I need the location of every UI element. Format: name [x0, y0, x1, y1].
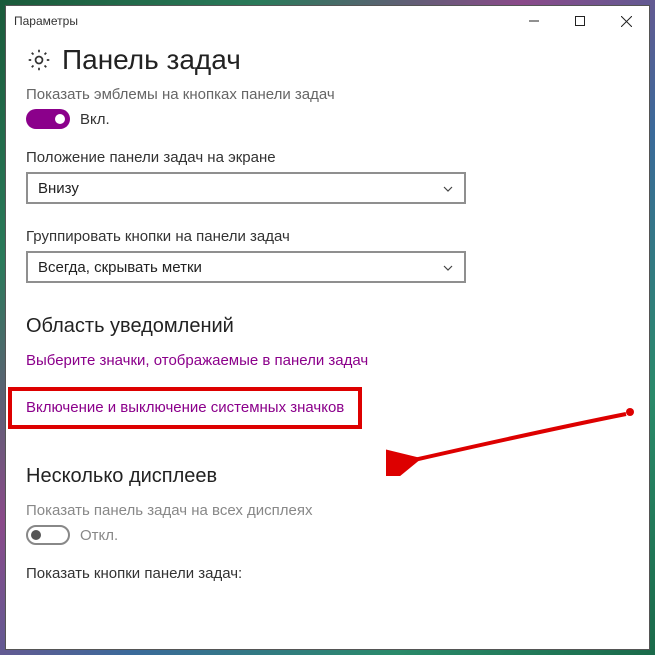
- page-heading: Панель задач: [26, 44, 629, 76]
- settings-window: Параметры Панель задач Показать эмблемы …: [5, 5, 650, 650]
- group-select-value: Всегда, скрывать метки: [38, 259, 442, 276]
- show-buttons-label: Показать кнопки панели задач:: [26, 565, 629, 582]
- group-label: Группировать кнопки на панели задач: [26, 228, 629, 245]
- position-label: Положение панели задач на экране: [26, 149, 629, 166]
- show-all-toggle[interactable]: [26, 525, 70, 545]
- window-title: Параметры: [14, 14, 511, 28]
- highlight-box: Включение и выключение системных значков: [8, 387, 362, 429]
- system-icons-link[interactable]: Включение и выключение системных значков: [26, 399, 344, 416]
- show-all-toggle-row: Откл.: [26, 525, 629, 545]
- emblems-toggle-state: Вкл.: [80, 111, 110, 128]
- close-button[interactable]: [603, 6, 649, 36]
- chevron-down-icon: [442, 261, 454, 273]
- position-select-value: Внизу: [38, 180, 442, 197]
- maximize-button[interactable]: [557, 6, 603, 36]
- emblems-toggle-row: Вкл.: [26, 109, 629, 129]
- emblems-toggle[interactable]: [26, 109, 70, 129]
- position-select[interactable]: Внизу: [26, 172, 466, 204]
- multiple-displays-heading: Несколько дисплеев: [26, 465, 629, 488]
- notification-area-heading: Область уведомлений: [26, 315, 629, 338]
- select-icons-link[interactable]: Выберите значки, отображаемые в панели з…: [26, 352, 368, 369]
- show-all-toggle-state: Откл.: [80, 527, 118, 544]
- gear-icon: [26, 47, 52, 73]
- group-select[interactable]: Всегда, скрывать метки: [26, 251, 466, 283]
- emblems-label: Показать эмблемы на кнопках панели задач: [26, 86, 629, 103]
- minimize-button[interactable]: [511, 6, 557, 36]
- page-title: Панель задач: [62, 44, 241, 76]
- content-area: Панель задач Показать эмблемы на кнопках…: [6, 44, 649, 582]
- show-all-displays-label: Показать панель задач на всех дисплеях: [26, 502, 629, 519]
- highlight-annotation: Включение и выключение системных значков: [26, 387, 380, 429]
- titlebar: Параметры: [6, 6, 649, 36]
- chevron-down-icon: [442, 182, 454, 194]
